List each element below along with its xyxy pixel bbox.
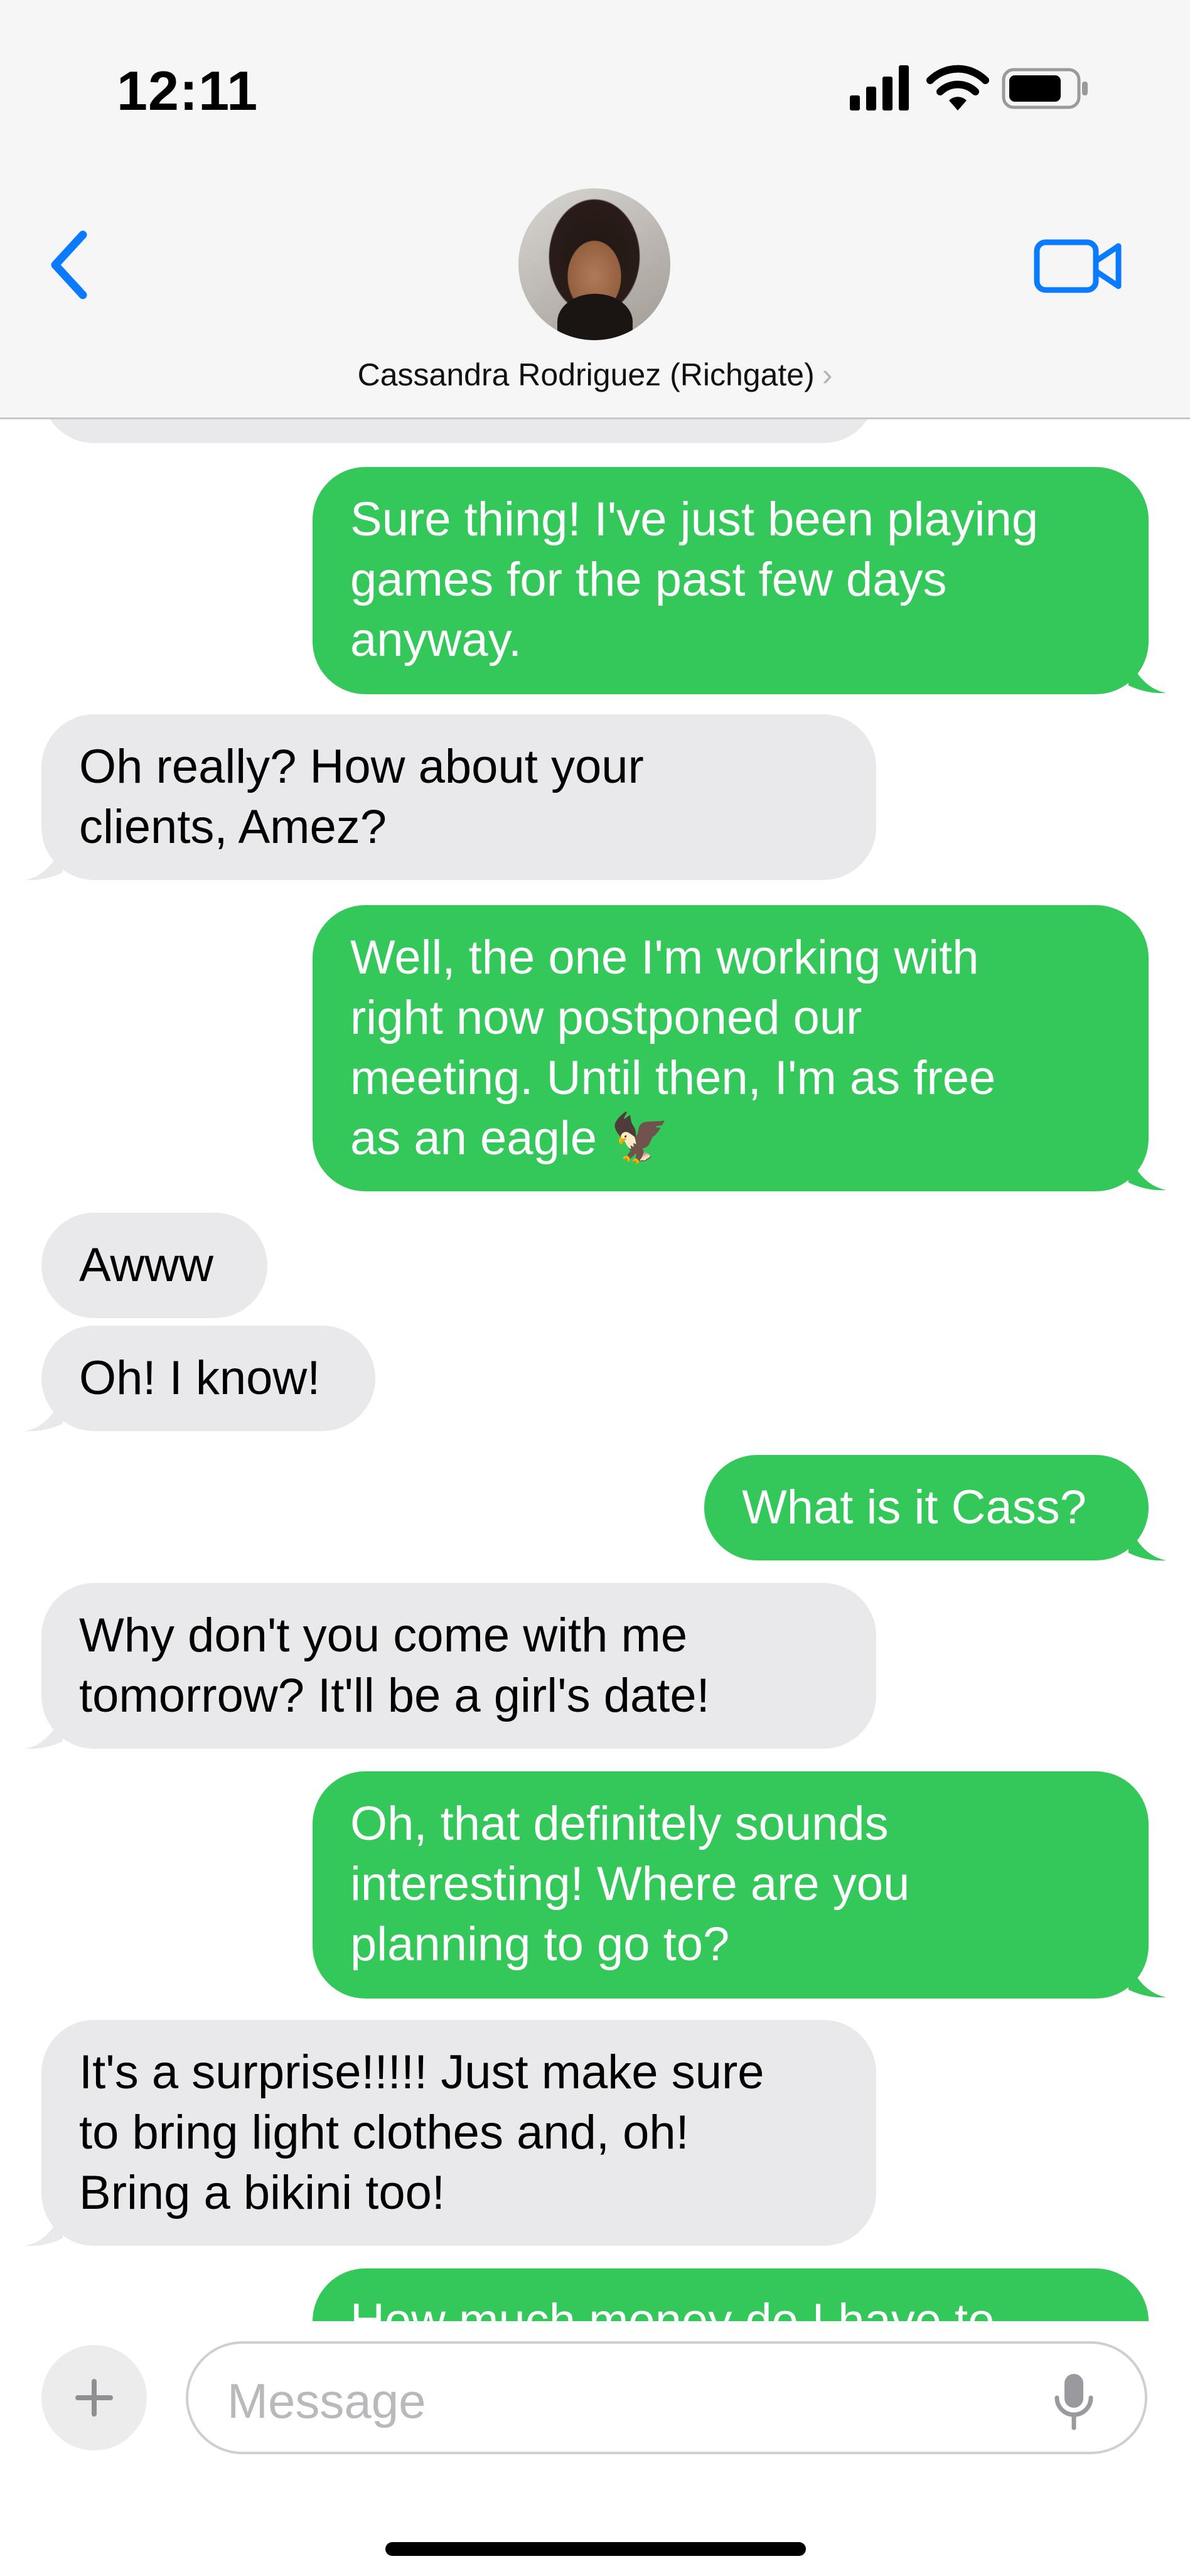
message-placeholder: Message: [227, 2373, 426, 2428]
bubble-tail: [1128, 1154, 1166, 1191]
microphone-icon[interactable]: [1052, 2371, 1096, 2432]
incoming-message-bubble[interactable]: It's a surprise!!!!! Just make sure to b…: [41, 2020, 876, 2246]
bubble-tail: [25, 844, 63, 881]
incoming-message-bubble[interactable]: Why don't you come with me tomorrow? It'…: [41, 1583, 876, 1749]
outgoing-message-bubble[interactable]: How much money do I have to: [313, 2268, 1149, 2321]
clipped-message-bubble[interactable]: [41, 419, 876, 443]
video-camera-icon[interactable]: [1033, 236, 1123, 296]
home-indicator: [385, 2542, 806, 2556]
bubble-tail: [25, 2209, 63, 2246]
back-chevron-icon[interactable]: [45, 227, 95, 303]
bubble-tail: [25, 1712, 63, 1749]
contact-avatar[interactable]: [518, 188, 670, 340]
message-composer: Message: [0, 2321, 1190, 2576]
chevron-right-icon: ›: [822, 357, 833, 392]
conversation-header: 12:11 Cassandra Rodriguez (Richgate) ›: [0, 0, 1190, 419]
outgoing-message-bubble[interactable]: Oh, that definitely sounds interesting! …: [313, 1771, 1149, 1999]
bubble-tail: [1128, 657, 1166, 694]
bubble-tail: [1128, 1961, 1166, 1998]
wifi-icon: [926, 65, 989, 110]
bubble-tail: [25, 1395, 63, 1432]
bubble-tail: [1128, 1524, 1166, 1561]
contact-name-label: Cassandra Rodriguez (Richgate): [357, 357, 815, 392]
incoming-message-bubble[interactable]: Oh really? How about your clients, Amez?: [41, 714, 876, 880]
status-time: 12:11: [117, 60, 259, 122]
outgoing-message-bubble[interactable]: Sure thing! I've just been playing games…: [313, 467, 1149, 694]
message-input[interactable]: Message: [186, 2341, 1147, 2454]
contact-name[interactable]: Cassandra Rodriguez (Richgate) ›: [0, 357, 1190, 393]
incoming-message-bubble[interactable]: Oh! I know!: [41, 1326, 375, 1431]
plus-icon[interactable]: [41, 2345, 147, 2450]
cellular-signal-icon: [850, 65, 909, 110]
message-thread[interactable]: Sure thing! I've just been playing games…: [0, 419, 1190, 2321]
incoming-message-bubble[interactable]: Awww: [41, 1213, 267, 1318]
battery-icon: [1002, 68, 1088, 109]
outgoing-message-bubble[interactable]: Well, the one I'm working with right now…: [313, 905, 1149, 1191]
outgoing-message-bubble[interactable]: What is it Cass?: [704, 1455, 1149, 1560]
